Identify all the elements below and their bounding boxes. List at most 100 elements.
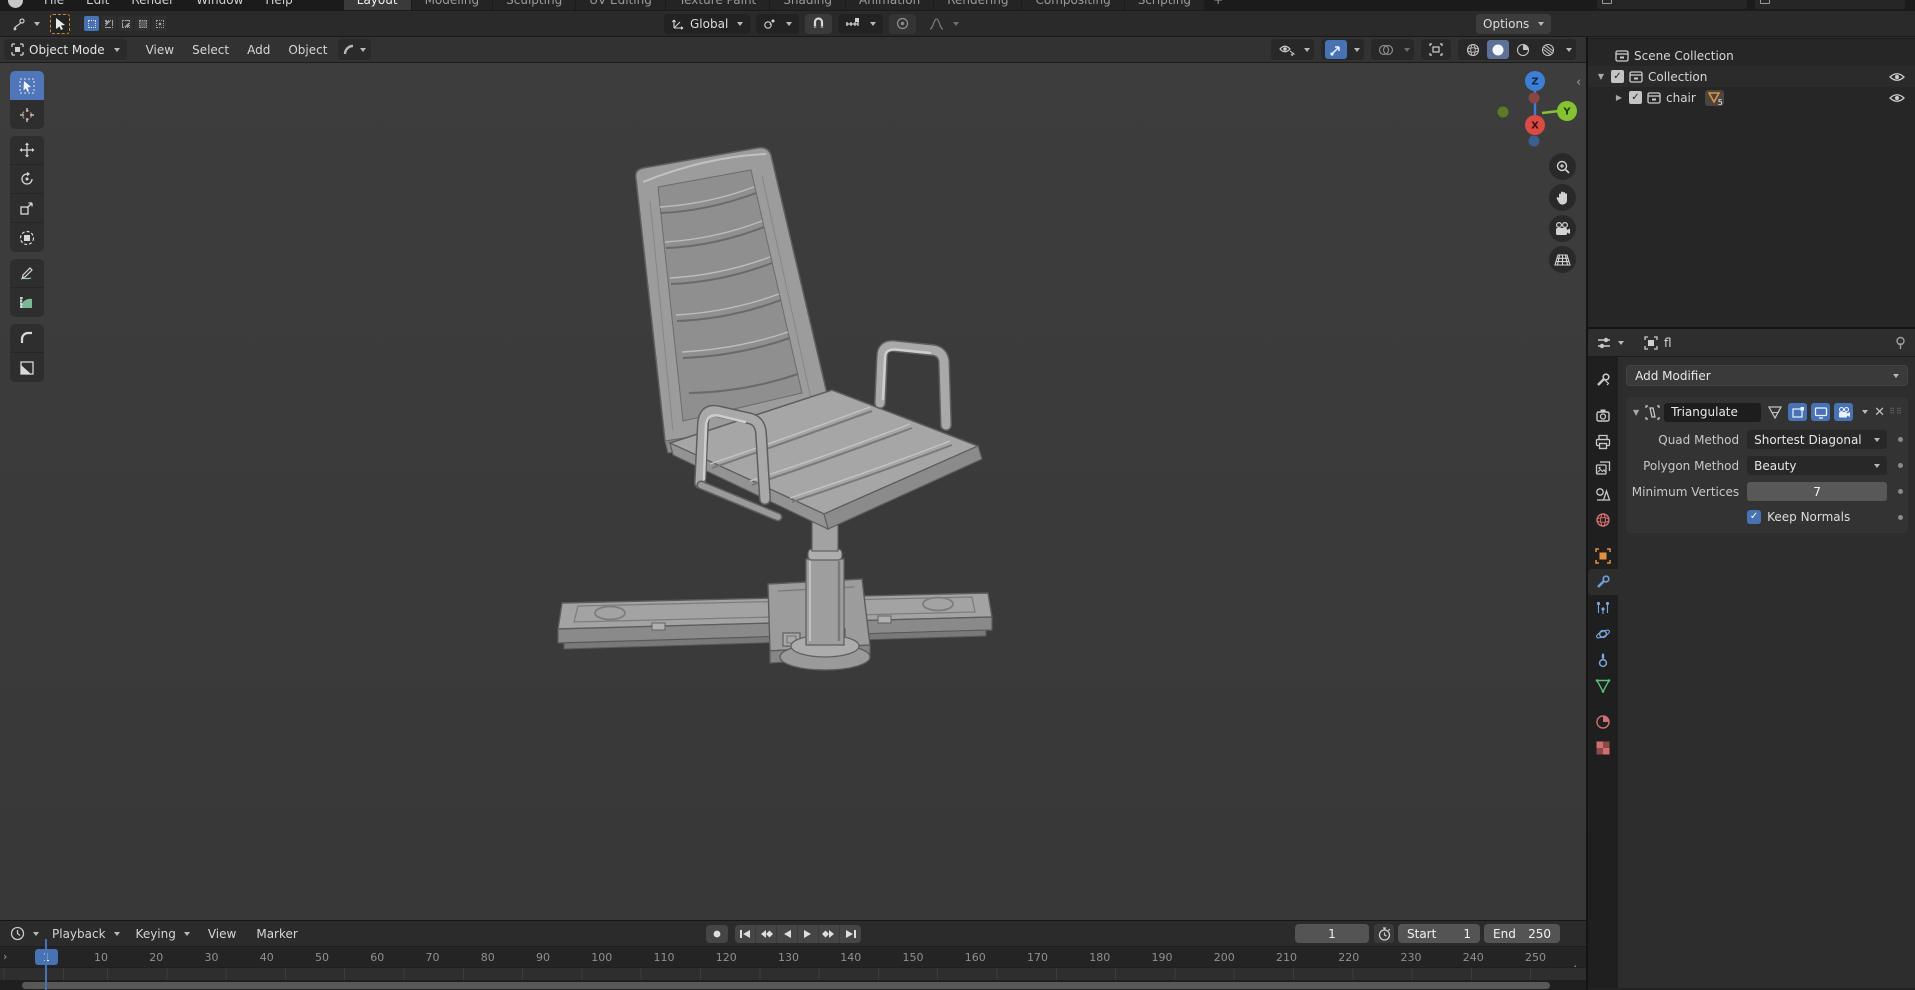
timeline-keyframe-strip[interactable] (0, 967, 1586, 980)
tab-tool-properties[interactable] (1588, 367, 1618, 393)
quad-method-decorator[interactable] (1898, 437, 1903, 442)
timeline-ruler[interactable]: › 10 20 30 40 50 60 70 80 90 100 110 120 130 140 150 16… (0, 947, 1586, 976)
tab-layout[interactable]: Layout (343, 0, 411, 10)
viewport-menu-object[interactable]: Object (279, 43, 336, 57)
tool-arc-button[interactable] (10, 324, 44, 353)
proportional-editing-button[interactable] (889, 13, 917, 34)
jump-to-start-button[interactable] (735, 924, 756, 943)
modifier-drag-handle[interactable]: ⠿⠿ (1889, 408, 1903, 416)
modifier-name-field[interactable]: Triangulate (1664, 402, 1762, 422)
viewport-zoom-button[interactable] (1549, 153, 1576, 180)
tab-object-data-properties[interactable] (1588, 673, 1618, 699)
tab-texture-paint[interactable]: Texture Paint (665, 0, 770, 10)
tab-particle-properties[interactable] (1588, 595, 1618, 621)
tab-compositing[interactable]: Compositing (1022, 0, 1124, 10)
toggle-xray-button[interactable] (1425, 40, 1447, 59)
viewport-camera-button[interactable] (1549, 215, 1576, 242)
viewport-menu-select[interactable]: Select (183, 43, 238, 57)
tool-annotate-button[interactable] (10, 259, 44, 288)
tab-object-properties[interactable] (1588, 543, 1618, 569)
blender-logo-icon[interactable] (8, 0, 23, 8)
tool-select-box-button[interactable] (10, 71, 44, 100)
select-mode-invert-button[interactable] (135, 16, 150, 31)
tool-rotate-button[interactable] (10, 165, 44, 194)
scene-selector[interactable] (1597, 0, 1747, 9)
mode-selector-dropdown[interactable]: Object Mode (4, 39, 127, 60)
tab-view-layer-properties[interactable] (1588, 455, 1618, 481)
tab-output-properties[interactable] (1588, 429, 1618, 455)
shading-solid-button[interactable] (1487, 40, 1509, 59)
play-button[interactable] (798, 924, 819, 943)
polygon-method-dropdown[interactable]: Beauty (1747, 456, 1887, 475)
show-overlays-toggle[interactable] (1375, 40, 1397, 59)
gizmo-axis-neg-y[interactable] (1497, 106, 1509, 118)
viewport-menu-add[interactable]: Add (238, 43, 279, 57)
viewport-menu-view[interactable]: View (137, 43, 183, 57)
minimum-vertices-field[interactable]: 7 (1747, 482, 1887, 501)
tool-scale-button[interactable] (10, 194, 44, 223)
menu-help[interactable]: Help (254, 0, 303, 7)
modifier-delete-button[interactable]: ✕ (1874, 405, 1885, 420)
tab-physics-properties[interactable] (1588, 621, 1618, 647)
show-gizmo-visibility-button[interactable] (1275, 40, 1297, 59)
modifier-on-cage-toggle[interactable] (1765, 403, 1784, 421)
view-layer-selector[interactable] (1755, 0, 1905, 9)
shading-wireframe-button[interactable] (1462, 40, 1484, 59)
tab-render-properties[interactable] (1588, 403, 1618, 429)
snap-settings-dropdown[interactable] (838, 13, 884, 34)
use-preview-range-button[interactable] (1374, 924, 1394, 943)
timeline-menu-keying[interactable]: Keying (129, 924, 197, 944)
overlays-dropdown-chevron[interactable] (1404, 47, 1410, 52)
pivot-point-dropdown[interactable] (756, 13, 800, 34)
tab-uv-editing[interactable]: UV Editing (576, 0, 665, 10)
viewport-sidebar-collapse-arrow[interactable]: ‹ (1576, 75, 1581, 90)
viewport-perspective-toggle-button[interactable] (1549, 246, 1576, 273)
current-frame-field[interactable]: 1 (1295, 924, 1369, 943)
viewport-pan-button[interactable] (1549, 184, 1576, 211)
visibility-dropdown-chevron[interactable] (1304, 47, 1310, 52)
outliner-row-scene-collection[interactable]: Scene Collection (1588, 45, 1915, 66)
snap-toggle-button[interactable] (805, 13, 833, 34)
keep-normals-checkbox[interactable]: ✓ (1747, 510, 1762, 524)
show-gizmos-toggle[interactable] (1325, 40, 1347, 59)
modifier-edit-mode-toggle[interactable] (1788, 403, 1808, 421)
tool-measure-button[interactable] (10, 288, 44, 317)
menu-window[interactable]: Window (185, 0, 254, 7)
frame-end-field[interactable]: End 250 (1484, 924, 1560, 943)
outliner-row-chair[interactable]: ▶ ✓ chair 5 (1588, 87, 1915, 108)
frame-start-field[interactable]: Start 1 (1398, 924, 1480, 943)
modifier-render-toggle[interactable] (1834, 403, 1854, 421)
jump-to-end-button[interactable] (840, 924, 861, 943)
shading-material-button[interactable] (1512, 40, 1534, 59)
chair-3d-model[interactable] (540, 141, 1010, 721)
tab-world-properties[interactable] (1588, 507, 1618, 533)
shading-dropdown-chevron[interactable] (1566, 47, 1572, 52)
transform-orientation-dropdown[interactable]: Global (664, 13, 751, 34)
quad-method-dropdown[interactable]: Shortest Diagonal (1747, 430, 1887, 449)
timeline-menu-marker[interactable]: Marker (247, 927, 306, 941)
tab-texture-properties[interactable] (1588, 735, 1618, 761)
tab-shading[interactable]: Shading (770, 0, 845, 10)
select-mode-subtract-button[interactable] (118, 16, 133, 31)
tab-sculpting[interactable]: Sculpting (493, 0, 576, 10)
chair-visibility-eye-icon[interactable] (1889, 93, 1905, 103)
timeline-menu-view[interactable]: View (199, 927, 245, 941)
tab-constraint-properties[interactable] (1588, 647, 1618, 673)
menu-render[interactable]: Render (120, 0, 185, 7)
timeline-scrollbar-thumb[interactable] (22, 982, 1550, 989)
active-tool-select-box-button[interactable] (50, 13, 70, 34)
tool-transform-button[interactable] (10, 223, 44, 252)
menu-edit[interactable]: Edit (75, 0, 120, 7)
tab-scripting[interactable]: Scripting (1124, 0, 1205, 10)
add-modifier-dropdown[interactable]: Add Modifier (1626, 365, 1908, 386)
tab-material-properties[interactable] (1588, 709, 1618, 735)
playhead-line[interactable] (45, 939, 47, 990)
minimum-vertices-decorator[interactable] (1898, 489, 1903, 494)
add-workspace-button[interactable]: + (1205, 0, 1231, 10)
gizmos-dropdown-chevron[interactable] (1354, 47, 1360, 52)
options-dropdown[interactable]: Options (1476, 13, 1552, 34)
navigation-gizmo[interactable]: Z Y X (1495, 65, 1586, 155)
play-reverse-button[interactable] (777, 924, 798, 943)
polygon-method-decorator[interactable] (1898, 463, 1903, 468)
chair-expand-arrow[interactable]: ▶ (1614, 93, 1624, 102)
